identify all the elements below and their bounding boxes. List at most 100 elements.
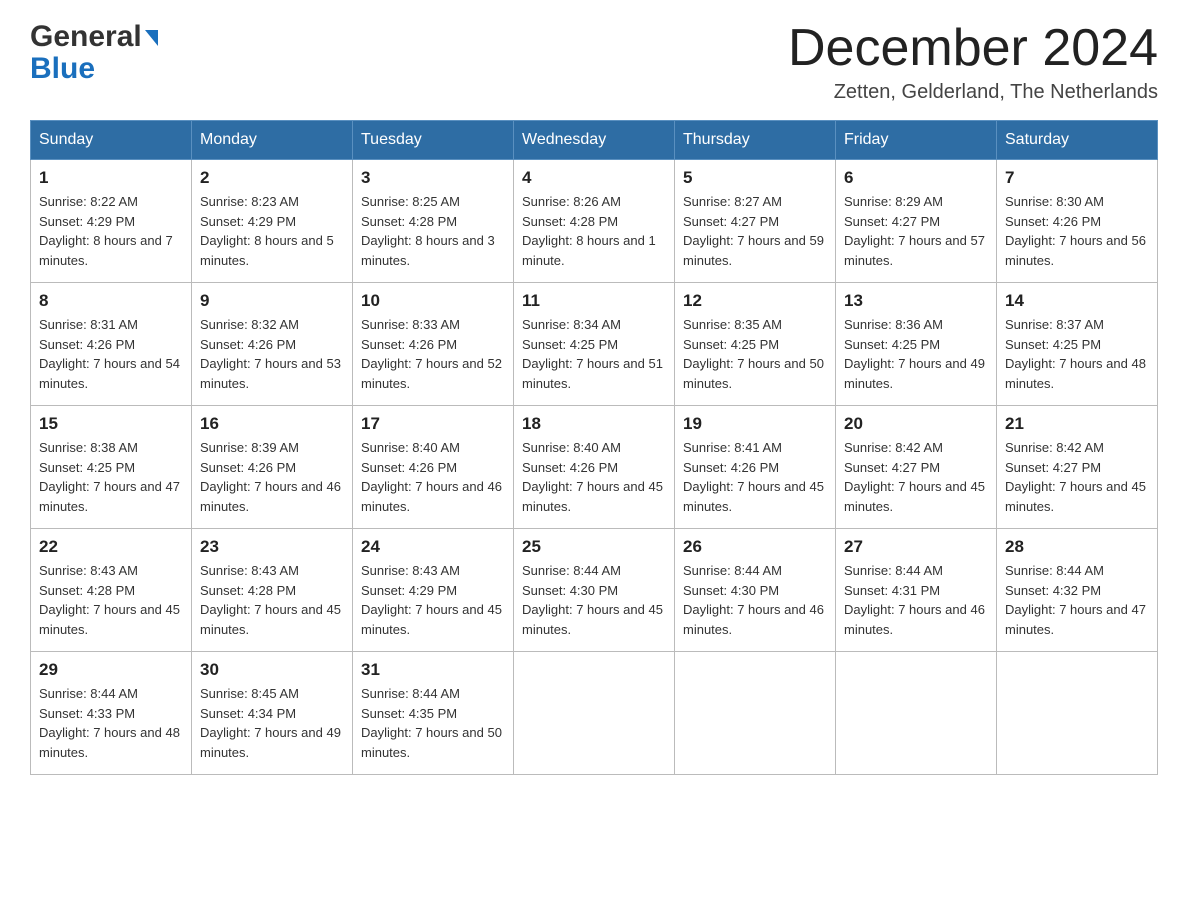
day-info: Sunrise: 8:41 AMSunset: 4:26 PMDaylight:… xyxy=(683,440,824,514)
day-number: 23 xyxy=(200,537,344,557)
calendar-cell: 14 Sunrise: 8:37 AMSunset: 4:25 PMDaylig… xyxy=(997,283,1158,406)
calendar-week-row: 29 Sunrise: 8:44 AMSunset: 4:33 PMDaylig… xyxy=(31,652,1158,775)
calendar-cell: 29 Sunrise: 8:44 AMSunset: 4:33 PMDaylig… xyxy=(31,652,192,775)
day-number: 27 xyxy=(844,537,988,557)
day-info: Sunrise: 8:36 AMSunset: 4:25 PMDaylight:… xyxy=(844,317,985,391)
calendar-cell: 10 Sunrise: 8:33 AMSunset: 4:26 PMDaylig… xyxy=(353,283,514,406)
day-info: Sunrise: 8:37 AMSunset: 4:25 PMDaylight:… xyxy=(1005,317,1146,391)
day-info: Sunrise: 8:32 AMSunset: 4:26 PMDaylight:… xyxy=(200,317,341,391)
day-info: Sunrise: 8:26 AMSunset: 4:28 PMDaylight:… xyxy=(522,194,656,268)
day-number: 24 xyxy=(361,537,505,557)
day-number: 4 xyxy=(522,168,666,188)
day-info: Sunrise: 8:31 AMSunset: 4:26 PMDaylight:… xyxy=(39,317,180,391)
day-number: 26 xyxy=(683,537,827,557)
day-number: 18 xyxy=(522,414,666,434)
calendar-week-row: 1 Sunrise: 8:22 AMSunset: 4:29 PMDayligh… xyxy=(31,160,1158,283)
day-info: Sunrise: 8:27 AMSunset: 4:27 PMDaylight:… xyxy=(683,194,824,268)
day-info: Sunrise: 8:44 AMSunset: 4:30 PMDaylight:… xyxy=(522,563,663,637)
calendar-cell: 23 Sunrise: 8:43 AMSunset: 4:28 PMDaylig… xyxy=(192,529,353,652)
day-number: 10 xyxy=(361,291,505,311)
day-info: Sunrise: 8:43 AMSunset: 4:29 PMDaylight:… xyxy=(361,563,502,637)
day-info: Sunrise: 8:38 AMSunset: 4:25 PMDaylight:… xyxy=(39,440,180,514)
day-number: 14 xyxy=(1005,291,1149,311)
day-number: 30 xyxy=(200,660,344,680)
day-info: Sunrise: 8:44 AMSunset: 4:35 PMDaylight:… xyxy=(361,686,502,760)
logo-blue-text: Blue xyxy=(30,54,95,84)
day-info: Sunrise: 8:42 AMSunset: 4:27 PMDaylight:… xyxy=(844,440,985,514)
day-info: Sunrise: 8:40 AMSunset: 4:26 PMDaylight:… xyxy=(522,440,663,514)
day-info: Sunrise: 8:23 AMSunset: 4:29 PMDaylight:… xyxy=(200,194,334,268)
weekday-header-thursday: Thursday xyxy=(675,121,836,160)
day-number: 21 xyxy=(1005,414,1149,434)
weekday-header-sunday: Sunday xyxy=(31,121,192,160)
day-number: 20 xyxy=(844,414,988,434)
logo-arrow-icon xyxy=(145,30,158,46)
calendar-cell: 31 Sunrise: 8:44 AMSunset: 4:35 PMDaylig… xyxy=(353,652,514,775)
day-info: Sunrise: 8:22 AMSunset: 4:29 PMDaylight:… xyxy=(39,194,173,268)
calendar-cell: 2 Sunrise: 8:23 AMSunset: 4:29 PMDayligh… xyxy=(192,160,353,283)
location-text: Zetten, Gelderland, The Netherlands xyxy=(788,81,1158,104)
day-number: 8 xyxy=(39,291,183,311)
calendar-cell: 16 Sunrise: 8:39 AMSunset: 4:26 PMDaylig… xyxy=(192,406,353,529)
day-number: 16 xyxy=(200,414,344,434)
calendar-cell: 9 Sunrise: 8:32 AMSunset: 4:26 PMDayligh… xyxy=(192,283,353,406)
day-info: Sunrise: 8:35 AMSunset: 4:25 PMDaylight:… xyxy=(683,317,824,391)
calendar-week-row: 22 Sunrise: 8:43 AMSunset: 4:28 PMDaylig… xyxy=(31,529,1158,652)
weekday-header-monday: Monday xyxy=(192,121,353,160)
day-number: 15 xyxy=(39,414,183,434)
day-number: 25 xyxy=(522,537,666,557)
day-number: 3 xyxy=(361,168,505,188)
day-info: Sunrise: 8:44 AMSunset: 4:30 PMDaylight:… xyxy=(683,563,824,637)
day-info: Sunrise: 8:39 AMSunset: 4:26 PMDaylight:… xyxy=(200,440,341,514)
calendar-cell: 19 Sunrise: 8:41 AMSunset: 4:26 PMDaylig… xyxy=(675,406,836,529)
day-number: 29 xyxy=(39,660,183,680)
day-number: 2 xyxy=(200,168,344,188)
calendar-cell: 24 Sunrise: 8:43 AMSunset: 4:29 PMDaylig… xyxy=(353,529,514,652)
day-number: 6 xyxy=(844,168,988,188)
day-info: Sunrise: 8:43 AMSunset: 4:28 PMDaylight:… xyxy=(200,563,341,637)
weekday-header-wednesday: Wednesday xyxy=(514,121,675,160)
day-number: 1 xyxy=(39,168,183,188)
calendar-cell xyxy=(675,652,836,775)
calendar-cell: 11 Sunrise: 8:34 AMSunset: 4:25 PMDaylig… xyxy=(514,283,675,406)
calendar-cell: 25 Sunrise: 8:44 AMSunset: 4:30 PMDaylig… xyxy=(514,529,675,652)
title-block: December 2024 Zetten, Gelderland, The Ne… xyxy=(788,20,1158,104)
calendar-cell: 15 Sunrise: 8:38 AMSunset: 4:25 PMDaylig… xyxy=(31,406,192,529)
day-number: 13 xyxy=(844,291,988,311)
day-number: 17 xyxy=(361,414,505,434)
calendar-cell: 17 Sunrise: 8:40 AMSunset: 4:26 PMDaylig… xyxy=(353,406,514,529)
weekday-header-tuesday: Tuesday xyxy=(353,121,514,160)
calendar-cell: 7 Sunrise: 8:30 AMSunset: 4:26 PMDayligh… xyxy=(997,160,1158,283)
calendar-cell: 3 Sunrise: 8:25 AMSunset: 4:28 PMDayligh… xyxy=(353,160,514,283)
month-title: December 2024 xyxy=(788,20,1158,77)
calendar-week-row: 8 Sunrise: 8:31 AMSunset: 4:26 PMDayligh… xyxy=(31,283,1158,406)
day-info: Sunrise: 8:44 AMSunset: 4:33 PMDaylight:… xyxy=(39,686,180,760)
day-number: 31 xyxy=(361,660,505,680)
calendar-cell xyxy=(514,652,675,775)
day-number: 7 xyxy=(1005,168,1149,188)
calendar-cell: 21 Sunrise: 8:42 AMSunset: 4:27 PMDaylig… xyxy=(997,406,1158,529)
logo: General Blue xyxy=(30,20,158,84)
day-info: Sunrise: 8:42 AMSunset: 4:27 PMDaylight:… xyxy=(1005,440,1146,514)
calendar-cell: 1 Sunrise: 8:22 AMSunset: 4:29 PMDayligh… xyxy=(31,160,192,283)
calendar-cell: 13 Sunrise: 8:36 AMSunset: 4:25 PMDaylig… xyxy=(836,283,997,406)
calendar-cell xyxy=(836,652,997,775)
day-info: Sunrise: 8:34 AMSunset: 4:25 PMDaylight:… xyxy=(522,317,663,391)
calendar-cell: 6 Sunrise: 8:29 AMSunset: 4:27 PMDayligh… xyxy=(836,160,997,283)
day-info: Sunrise: 8:43 AMSunset: 4:28 PMDaylight:… xyxy=(39,563,180,637)
calendar-week-row: 15 Sunrise: 8:38 AMSunset: 4:25 PMDaylig… xyxy=(31,406,1158,529)
day-info: Sunrise: 8:45 AMSunset: 4:34 PMDaylight:… xyxy=(200,686,341,760)
weekday-header-friday: Friday xyxy=(836,121,997,160)
calendar-cell: 8 Sunrise: 8:31 AMSunset: 4:26 PMDayligh… xyxy=(31,283,192,406)
calendar-cell: 27 Sunrise: 8:44 AMSunset: 4:31 PMDaylig… xyxy=(836,529,997,652)
day-number: 12 xyxy=(683,291,827,311)
day-number: 19 xyxy=(683,414,827,434)
day-number: 28 xyxy=(1005,537,1149,557)
calendar-cell: 30 Sunrise: 8:45 AMSunset: 4:34 PMDaylig… xyxy=(192,652,353,775)
day-info: Sunrise: 8:40 AMSunset: 4:26 PMDaylight:… xyxy=(361,440,502,514)
day-info: Sunrise: 8:29 AMSunset: 4:27 PMDaylight:… xyxy=(844,194,985,268)
day-info: Sunrise: 8:33 AMSunset: 4:26 PMDaylight:… xyxy=(361,317,502,391)
day-number: 5 xyxy=(683,168,827,188)
day-info: Sunrise: 8:44 AMSunset: 4:31 PMDaylight:… xyxy=(844,563,985,637)
day-number: 11 xyxy=(522,291,666,311)
